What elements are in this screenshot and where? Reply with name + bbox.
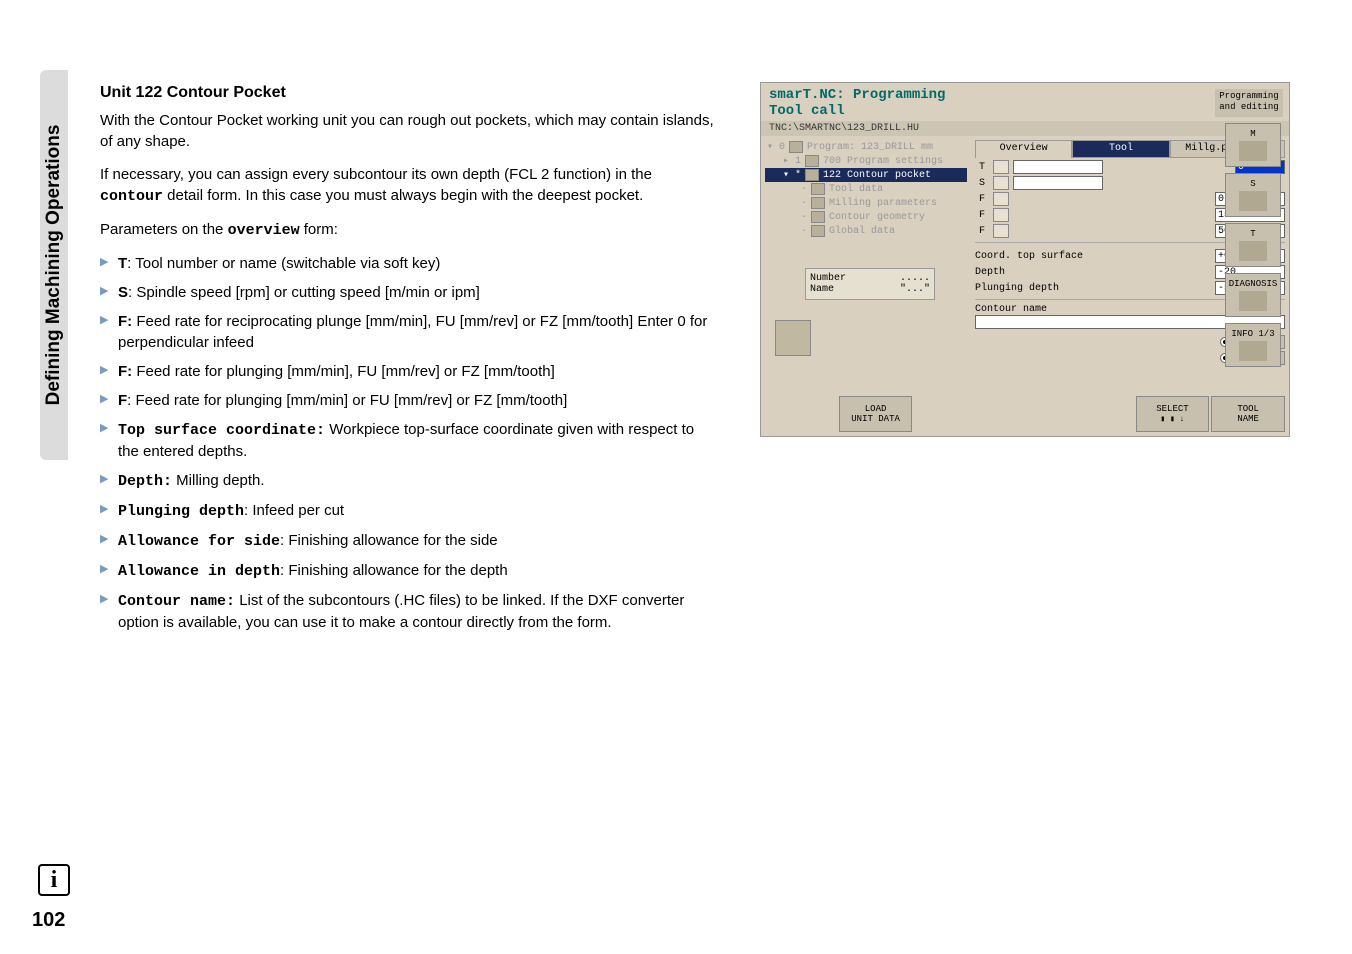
m-icon bbox=[1239, 141, 1267, 161]
panel-title: smarT.NC: Programming Tool call bbox=[761, 83, 1289, 121]
para-3b: overview bbox=[228, 222, 300, 239]
tree-row[interactable]: ·Global data bbox=[765, 224, 967, 238]
para-3c: form: bbox=[300, 221, 338, 238]
list-item: T: Tool number or name (switchable via s… bbox=[100, 253, 715, 274]
list-item: Allowance for side: Finishing allowance … bbox=[100, 530, 715, 552]
number-name-popup: Number..... Name "..." bbox=[805, 268, 935, 300]
list-item: Allowance in depth: Finishing allowance … bbox=[100, 560, 715, 582]
para-3a: Parameters on the bbox=[100, 221, 228, 238]
panel-title-1: smarT.NC: Programming bbox=[769, 87, 945, 103]
tree-row-selected[interactable]: ▾ *122 Contour pocket bbox=[765, 168, 967, 182]
contour-icon bbox=[811, 211, 825, 223]
list-item: Plunging depth: Infeed per cut bbox=[100, 500, 715, 522]
label-coord: Coord. top surface bbox=[975, 251, 1083, 262]
sidetab-label: Defining Machining Operations bbox=[43, 125, 65, 406]
list-item: Contour name: List of the subcontours (.… bbox=[100, 590, 715, 633]
info-icon: i bbox=[38, 864, 70, 896]
para-1: With the Contour Pocket working unit you… bbox=[100, 110, 715, 152]
file-path: TNC:\SMARTNC\123_DRILL.HU bbox=[761, 121, 1289, 136]
list-item: Top surface coordinate: Workpiece top-su… bbox=[100, 419, 715, 462]
bullet-list: T: Tool number or name (switchable via s… bbox=[100, 253, 715, 633]
pocket-icon bbox=[805, 169, 819, 181]
label-T: T bbox=[975, 162, 989, 173]
main-content: Unit 122 Contour Pocket With the Contour… bbox=[100, 82, 715, 641]
softkey-bar: LOADUNIT DATA SELECT▮ ▮ ↓ TOOLNAME bbox=[765, 396, 1285, 432]
list-item: Depth: Milling depth. bbox=[100, 470, 715, 492]
program-tree[interactable]: ▾ 0Program: 123_DRILL mm ▸ 1700 Program … bbox=[761, 136, 971, 391]
input-S[interactable] bbox=[1013, 176, 1103, 190]
tab-tool[interactable]: Tool bbox=[1072, 140, 1169, 158]
panel-title-2: Tool call bbox=[769, 103, 1281, 119]
sk-load-unit-data[interactable]: LOADUNIT DATA bbox=[839, 396, 913, 432]
para-2b: contour bbox=[100, 188, 163, 205]
global-icon bbox=[811, 225, 825, 237]
info-icon bbox=[1239, 341, 1267, 361]
name-label: Name bbox=[810, 284, 834, 295]
rbtn-t[interactable]: T bbox=[1225, 223, 1281, 267]
num-val: ..... bbox=[900, 273, 930, 284]
name-val: "..." bbox=[900, 284, 930, 295]
rbtn-info[interactable]: INFO 1/3 bbox=[1225, 323, 1281, 367]
t-icon bbox=[1239, 241, 1267, 261]
rbtn-m[interactable]: M bbox=[1225, 123, 1281, 167]
page-number: 102 bbox=[32, 909, 65, 932]
s-icon bbox=[1239, 191, 1267, 211]
label-plunge: Plunging depth bbox=[975, 283, 1059, 294]
f3-icon bbox=[993, 224, 1009, 238]
t-icon bbox=[993, 160, 1009, 174]
sidetab: Defining Machining Operations bbox=[40, 70, 68, 460]
f2-icon bbox=[993, 208, 1009, 222]
diag-icon bbox=[1239, 291, 1267, 311]
sk-select[interactable]: SELECT▮ ▮ ↓ bbox=[1136, 396, 1210, 432]
label-depth: Depth bbox=[975, 267, 1005, 278]
label-S: S bbox=[975, 178, 989, 189]
tree-row[interactable]: ·Tool data bbox=[765, 182, 967, 196]
right-toolbar: M S T DIAGNOSIS INFO 1/3 bbox=[1225, 123, 1285, 367]
tool-icon bbox=[811, 183, 825, 195]
tree-row[interactable]: ▾ 0Program: 123_DRILL mm bbox=[765, 140, 967, 154]
para-2c: detail form. In this case you must alway… bbox=[163, 187, 643, 204]
mode-badge: Programming and editing bbox=[1215, 89, 1283, 117]
rbtn-diag[interactable]: DIAGNOSIS bbox=[1225, 273, 1281, 317]
para-2: If necessary, you can assign every subco… bbox=[100, 164, 715, 207]
file-icon bbox=[789, 141, 803, 153]
label-F1: F bbox=[975, 194, 989, 205]
unit-preview-icon bbox=[775, 320, 811, 356]
tree-row[interactable]: ·Contour geometry bbox=[765, 210, 967, 224]
label-F2: F bbox=[975, 210, 989, 221]
label-F3: F bbox=[975, 226, 989, 237]
para-3: Parameters on the overview form: bbox=[100, 219, 715, 241]
cnc-panel: smarT.NC: Programming Tool call Programm… bbox=[760, 82, 1290, 437]
input-T[interactable] bbox=[1013, 160, 1103, 174]
s-icon bbox=[993, 176, 1009, 190]
tree-row[interactable]: ·Milling parameters bbox=[765, 196, 967, 210]
sk-4 bbox=[988, 396, 1060, 432]
milling-icon bbox=[811, 197, 825, 209]
rbtn-s[interactable]: S bbox=[1225, 173, 1281, 217]
list-item: F: Feed rate for reciprocating plunge [m… bbox=[100, 311, 715, 353]
settings-icon bbox=[805, 155, 819, 167]
tree-row[interactable]: ▸ 1700 Program settings bbox=[765, 154, 967, 168]
sk-3 bbox=[914, 396, 986, 432]
sk-5 bbox=[1062, 396, 1134, 432]
unit-title: Unit 122 Contour Pocket bbox=[100, 82, 715, 104]
list-item: F: Feed rate for plunging [mm/min], FU [… bbox=[100, 361, 715, 382]
para-2a: If necessary, you can assign every subco… bbox=[100, 166, 652, 183]
f1-icon bbox=[993, 192, 1009, 206]
list-item: F: Feed rate for plunging [mm/min] or FU… bbox=[100, 390, 715, 411]
sk-tool-name[interactable]: TOOLNAME bbox=[1211, 396, 1285, 432]
num-label: Number bbox=[810, 273, 846, 284]
tab-overview[interactable]: Overview bbox=[975, 140, 1072, 158]
list-item: S: Spindle speed [rpm] or cutting speed … bbox=[100, 282, 715, 303]
sk-1 bbox=[765, 396, 837, 432]
